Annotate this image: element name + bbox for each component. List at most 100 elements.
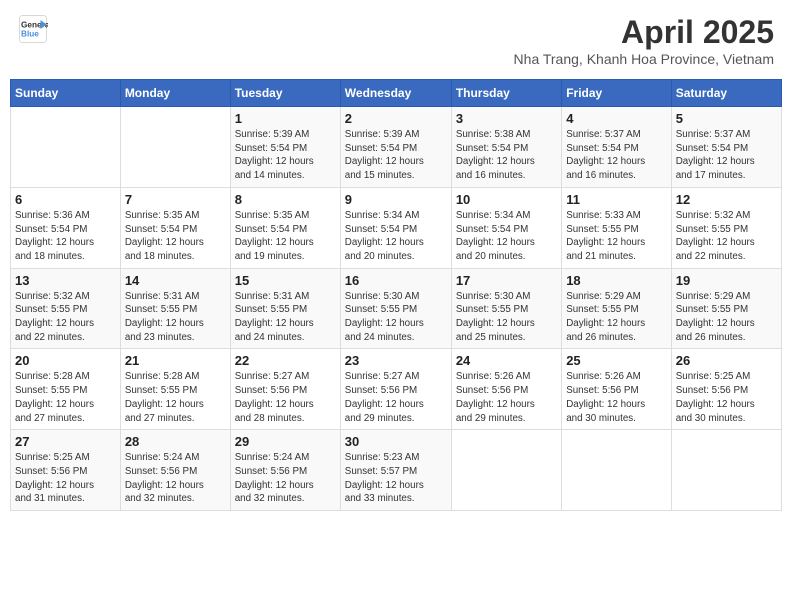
weekday-friday: Friday xyxy=(562,80,672,107)
calendar-cell: 15 Sunrise: 5:31 AM Sunset: 5:55 PM Dayli… xyxy=(230,268,340,349)
week-row-2: 6Sunrise: 5:36 AM Sunset: 5:54 PM Daylig… xyxy=(11,187,782,268)
calendar-cell xyxy=(451,430,561,511)
weekday-saturday: Saturday xyxy=(671,80,781,107)
calendar-cell: 11Sunrise: 5:33 AM Sunset: 5:55 PM Dayli… xyxy=(562,187,672,268)
day-info: Sunrise: 5:26 AM Sunset: 5:56 PM Dayligh… xyxy=(456,370,557,425)
day-number: 18 xyxy=(566,273,667,288)
day-info: Sunrise: 5:31 AM Sunset: 5:55 PM Dayligh… xyxy=(125,290,226,345)
calendar-cell: 14 Sunrise: 5:31 AM Sunset: 5:55 PM Dayli… xyxy=(120,268,230,349)
day-number: 5 xyxy=(676,111,777,126)
day-number: 1 xyxy=(235,111,336,126)
day-info: Sunrise: 5:26 AM Sunset: 5:56 PM Dayligh… xyxy=(566,370,667,425)
calendar-cell xyxy=(120,107,230,188)
calendar-cell: 4Sunrise: 5:37 AM Sunset: 5:54 PM Daylig… xyxy=(562,107,672,188)
calendar: SundayMondayTuesdayWednesdayThursdayFrid… xyxy=(10,79,782,511)
day-number: 19 xyxy=(676,273,777,288)
weekday-sunday: Sunday xyxy=(11,80,121,107)
week-row-4: 20 Sunrise: 5:28 AM Sunset: 5:55 PM Dayli… xyxy=(11,349,782,430)
calendar-cell: 21 Sunrise: 5:28 AM Sunset: 5:55 PM Dayli… xyxy=(120,349,230,430)
day-info: Sunrise: 5:39 AM Sunset: 5:54 PM Dayligh… xyxy=(235,128,336,183)
calendar-cell: 8 Sunrise: 5:35 AM Sunset: 5:54 PM Daylig… xyxy=(230,187,340,268)
day-number: 16 xyxy=(345,273,447,288)
weekday-wednesday: Wednesday xyxy=(340,80,451,107)
day-info: Sunrise: 5:23 AM Sunset: 5:57 PM Dayligh… xyxy=(345,451,447,506)
calendar-cell: 17Sunrise: 5:30 AM Sunset: 5:55 PM Dayli… xyxy=(451,268,561,349)
day-number: 22 xyxy=(235,353,336,368)
day-number: 8 xyxy=(235,192,336,207)
calendar-cell: 30 Sunrise: 5:23 AM Sunset: 5:57 PM Dayli… xyxy=(340,430,451,511)
day-info: Sunrise: 5:27 AM Sunset: 5:56 PM Dayligh… xyxy=(345,370,447,425)
calendar-cell: 7Sunrise: 5:35 AM Sunset: 5:54 PM Daylig… xyxy=(120,187,230,268)
day-info: Sunrise: 5:29 AM Sunset: 5:55 PM Dayligh… xyxy=(566,290,667,345)
calendar-cell: 26 Sunrise: 5:25 AM Sunset: 5:56 PM Dayli… xyxy=(671,349,781,430)
calendar-cell: 24 Sunrise: 5:26 AM Sunset: 5:56 PM Dayli… xyxy=(451,349,561,430)
calendar-cell: 29Sunrise: 5:24 AM Sunset: 5:56 PM Dayli… xyxy=(230,430,340,511)
day-number: 28 xyxy=(125,434,226,449)
day-number: 15 xyxy=(235,273,336,288)
day-info: Sunrise: 5:37 AM Sunset: 5:54 PM Dayligh… xyxy=(676,128,777,183)
calendar-cell: 28 Sunrise: 5:24 AM Sunset: 5:56 PM Dayli… xyxy=(120,430,230,511)
day-number: 14 xyxy=(125,273,226,288)
day-info: Sunrise: 5:28 AM Sunset: 5:55 PM Dayligh… xyxy=(125,370,226,425)
day-number: 3 xyxy=(456,111,557,126)
day-info: Sunrise: 5:29 AM Sunset: 5:55 PM Dayligh… xyxy=(676,290,777,345)
day-info: Sunrise: 5:37 AM Sunset: 5:54 PM Dayligh… xyxy=(566,128,667,183)
day-info: Sunrise: 5:38 AM Sunset: 5:54 PM Dayligh… xyxy=(456,128,557,183)
header: General Blue April 2025 Nha Trang, Khanh… xyxy=(10,10,782,71)
day-number: 20 xyxy=(15,353,116,368)
calendar-cell: 18 Sunrise: 5:29 AM Sunset: 5:55 PM Dayli… xyxy=(562,268,672,349)
logo-icon: General Blue xyxy=(18,14,48,44)
calendar-cell: 3 Sunrise: 5:38 AM Sunset: 5:54 PM Daylig… xyxy=(451,107,561,188)
day-number: 11 xyxy=(566,192,667,207)
calendar-cell: 19 Sunrise: 5:29 AM Sunset: 5:55 PM Dayli… xyxy=(671,268,781,349)
day-info: Sunrise: 5:30 AM Sunset: 5:55 PM Dayligh… xyxy=(345,290,447,345)
day-number: 21 xyxy=(125,353,226,368)
calendar-cell: 12Sunrise: 5:32 AM Sunset: 5:55 PM Dayli… xyxy=(671,187,781,268)
day-number: 23 xyxy=(345,353,447,368)
week-row-5: 27Sunrise: 5:25 AM Sunset: 5:56 PM Dayli… xyxy=(11,430,782,511)
calendar-cell: 2 Sunrise: 5:39 AM Sunset: 5:54 PM Daylig… xyxy=(340,107,451,188)
day-info: Sunrise: 5:32 AM Sunset: 5:55 PM Dayligh… xyxy=(15,290,116,345)
day-info: Sunrise: 5:24 AM Sunset: 5:56 PM Dayligh… xyxy=(235,451,336,506)
calendar-cell: 23 Sunrise: 5:27 AM Sunset: 5:56 PM Dayli… xyxy=(340,349,451,430)
weekday-monday: Monday xyxy=(120,80,230,107)
calendar-cell: 22Sunrise: 5:27 AM Sunset: 5:56 PM Dayli… xyxy=(230,349,340,430)
day-number: 7 xyxy=(125,192,226,207)
day-info: Sunrise: 5:28 AM Sunset: 5:55 PM Dayligh… xyxy=(15,370,116,425)
day-info: Sunrise: 5:34 AM Sunset: 5:54 PM Dayligh… xyxy=(345,209,447,264)
day-info: Sunrise: 5:31 AM Sunset: 5:55 PM Dayligh… xyxy=(235,290,336,345)
day-info: Sunrise: 5:24 AM Sunset: 5:56 PM Dayligh… xyxy=(125,451,226,506)
calendar-cell: 5 Sunrise: 5:37 AM Sunset: 5:54 PM Daylig… xyxy=(671,107,781,188)
day-info: Sunrise: 5:35 AM Sunset: 5:54 PM Dayligh… xyxy=(235,209,336,264)
calendar-cell: 9Sunrise: 5:34 AM Sunset: 5:54 PM Daylig… xyxy=(340,187,451,268)
weekday-tuesday: Tuesday xyxy=(230,80,340,107)
logo: General Blue xyxy=(18,14,52,44)
day-info: Sunrise: 5:25 AM Sunset: 5:56 PM Dayligh… xyxy=(676,370,777,425)
svg-text:Blue: Blue xyxy=(21,30,39,39)
day-number: 24 xyxy=(456,353,557,368)
day-number: 26 xyxy=(676,353,777,368)
location: Nha Trang, Khanh Hoa Province, Vietnam xyxy=(514,51,774,67)
day-number: 30 xyxy=(345,434,447,449)
week-row-3: 13Sunrise: 5:32 AM Sunset: 5:55 PM Dayli… xyxy=(11,268,782,349)
day-number: 12 xyxy=(676,192,777,207)
day-info: Sunrise: 5:25 AM Sunset: 5:56 PM Dayligh… xyxy=(15,451,116,506)
day-number: 25 xyxy=(566,353,667,368)
day-info: Sunrise: 5:39 AM Sunset: 5:54 PM Dayligh… xyxy=(345,128,447,183)
calendar-cell: 13Sunrise: 5:32 AM Sunset: 5:55 PM Dayli… xyxy=(11,268,121,349)
calendar-cell: 6Sunrise: 5:36 AM Sunset: 5:54 PM Daylig… xyxy=(11,187,121,268)
title-block: April 2025 Nha Trang, Khanh Hoa Province… xyxy=(514,14,774,67)
calendar-cell: 10Sunrise: 5:34 AM Sunset: 5:54 PM Dayli… xyxy=(451,187,561,268)
weekday-header-row: SundayMondayTuesdayWednesdayThursdayFrid… xyxy=(11,80,782,107)
calendar-cell: 27Sunrise: 5:25 AM Sunset: 5:56 PM Dayli… xyxy=(11,430,121,511)
calendar-cell xyxy=(562,430,672,511)
weekday-thursday: Thursday xyxy=(451,80,561,107)
day-number: 2 xyxy=(345,111,447,126)
day-info: Sunrise: 5:30 AM Sunset: 5:55 PM Dayligh… xyxy=(456,290,557,345)
calendar-cell: 25 Sunrise: 5:26 AM Sunset: 5:56 PM Dayli… xyxy=(562,349,672,430)
calendar-cell: 20 Sunrise: 5:28 AM Sunset: 5:55 PM Dayli… xyxy=(11,349,121,430)
calendar-cell xyxy=(11,107,121,188)
week-row-1: 1 Sunrise: 5:39 AM Sunset: 5:54 PM Daylig… xyxy=(11,107,782,188)
day-number: 6 xyxy=(15,192,116,207)
month-year: April 2025 xyxy=(514,14,774,51)
